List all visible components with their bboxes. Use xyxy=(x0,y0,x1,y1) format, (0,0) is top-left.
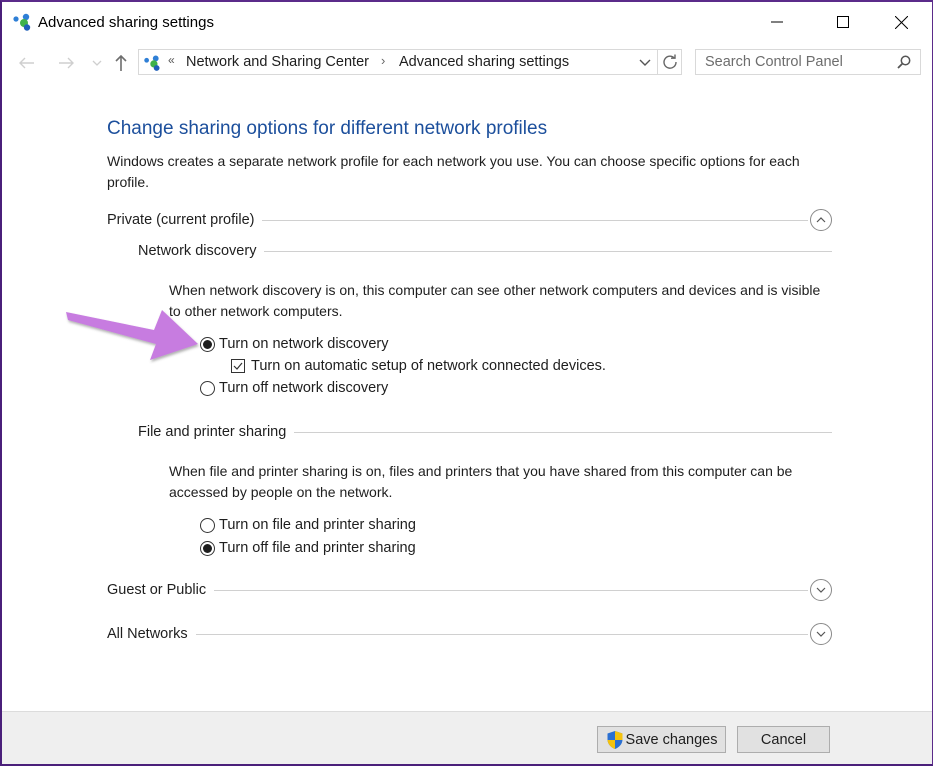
refresh-icon xyxy=(662,54,677,69)
chevron-down-icon xyxy=(816,587,826,593)
up-button[interactable] xyxy=(110,52,132,74)
minimize-button[interactable] xyxy=(754,2,800,42)
checkbox-automatic-setup[interactable]: Turn on automatic setup of network conne… xyxy=(231,356,606,376)
minimize-icon xyxy=(771,21,783,23)
page-title: Change sharing options for different net… xyxy=(107,118,548,139)
divider xyxy=(195,633,808,635)
chevron-down-icon[interactable] xyxy=(637,54,653,70)
option-label: Turn on file and printer sharing xyxy=(219,517,416,533)
arrow-right-icon xyxy=(59,57,74,69)
divider xyxy=(262,219,808,221)
window-title: Advanced sharing settings xyxy=(38,14,214,31)
profile-all-networks-label: All Networks xyxy=(107,626,188,642)
title-bar: Advanced sharing settings xyxy=(2,2,932,42)
radio-turn-on-file-printer-sharing[interactable]: Turn on file and printer sharing xyxy=(200,515,416,535)
intro-text: Windows creates a separate network profi… xyxy=(107,153,800,190)
close-icon xyxy=(894,15,908,29)
radio-button-unchecked[interactable] xyxy=(200,380,215,396)
profile-guest-public-label: Guest or Public xyxy=(107,582,207,598)
breadcrumb-network-and-sharing-center[interactable]: Network and Sharing Center xyxy=(186,54,369,70)
expand-all-networks-button[interactable] xyxy=(810,623,832,645)
checkbox-checked[interactable] xyxy=(231,359,245,373)
profile-all-networks-header[interactable]: All Networks xyxy=(107,623,832,645)
network-discovery-description: When network discovery is on, this compu… xyxy=(169,282,821,319)
radio-turn-on-network-discovery[interactable]: Turn on network discovery xyxy=(200,334,389,354)
arrow-up-icon xyxy=(115,55,127,71)
cancel-button[interactable]: Cancel xyxy=(737,726,830,753)
network-discovery-label: Network discovery xyxy=(138,243,257,259)
uac-shield-icon xyxy=(607,730,623,749)
search-box[interactable] xyxy=(695,49,921,75)
back-button[interactable] xyxy=(16,52,38,74)
file-printer-sharing-header: File and printer sharing xyxy=(138,421,832,443)
recent-locations-button[interactable] xyxy=(86,52,108,74)
file-printer-sharing-description: When file and printer sharing is on, fil… xyxy=(169,463,793,500)
checkmark-icon xyxy=(233,362,243,370)
chevron-down-icon xyxy=(92,60,102,66)
window: Advanced sharing settings « Network and … xyxy=(0,0,933,766)
profile-private-label: Private (current profile) xyxy=(107,212,255,228)
maximize-button[interactable] xyxy=(820,2,866,42)
search-input[interactable] xyxy=(696,50,895,74)
refresh-button[interactable] xyxy=(658,49,682,75)
radio-button-checked[interactable] xyxy=(200,336,215,352)
profile-private-header[interactable]: Private (current profile) xyxy=(107,209,832,231)
option-label: Turn off file and printer sharing xyxy=(219,540,416,556)
breadcrumb-separator[interactable]: › xyxy=(381,53,385,68)
profile-guest-public-header[interactable]: Guest or Public xyxy=(107,579,832,601)
collapse-private-button[interactable] xyxy=(810,209,832,231)
save-changes-button[interactable]: Save changes xyxy=(597,726,726,753)
divider xyxy=(294,431,832,433)
navigation-bar: « Network and Sharing Center › Advanced … xyxy=(2,46,932,80)
chevron-down-icon xyxy=(816,631,826,637)
breadcrumb-overflow[interactable]: « xyxy=(168,53,175,67)
breadcrumb-advanced-sharing-settings[interactable]: Advanced sharing settings xyxy=(399,54,569,70)
expand-guest-public-button[interactable] xyxy=(810,579,832,601)
address-bar[interactable]: « Network and Sharing Center › Advanced … xyxy=(138,49,658,75)
arrow-left-icon xyxy=(19,57,34,69)
option-label: Turn off network discovery xyxy=(219,380,389,396)
divider xyxy=(214,589,808,591)
option-label: Turn on network discovery xyxy=(219,336,389,352)
radio-turn-off-network-discovery[interactable]: Turn off network discovery xyxy=(200,378,388,398)
radio-button-unchecked[interactable] xyxy=(200,517,215,533)
network-discovery-header: Network discovery xyxy=(138,240,832,262)
network-icon xyxy=(13,13,31,31)
close-button[interactable] xyxy=(878,2,924,42)
search-icon[interactable] xyxy=(897,55,911,69)
radio-turn-off-file-printer-sharing[interactable]: Turn off file and printer sharing xyxy=(200,538,416,558)
file-printer-sharing-label: File and printer sharing xyxy=(138,424,287,440)
forward-button[interactable] xyxy=(55,52,77,74)
network-icon xyxy=(144,55,160,71)
footer-bar: Save changes Cancel xyxy=(2,711,932,764)
chevron-up-icon xyxy=(816,217,826,223)
radio-button-checked[interactable] xyxy=(200,540,215,556)
divider xyxy=(264,250,832,252)
save-changes-label: Save changes xyxy=(625,731,718,748)
option-label: Turn on automatic setup of network conne… xyxy=(251,358,606,374)
maximize-icon xyxy=(837,16,849,28)
